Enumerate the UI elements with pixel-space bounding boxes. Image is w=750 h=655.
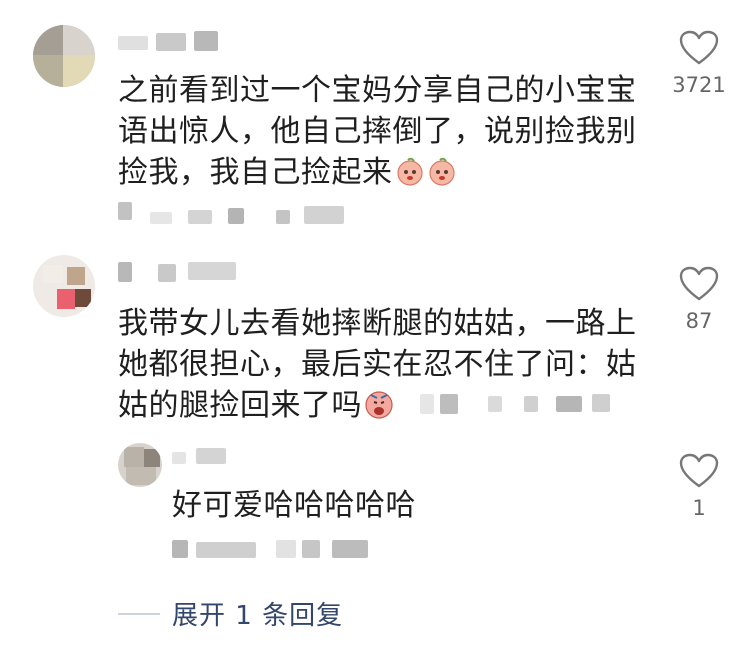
like-count: 3721 xyxy=(672,73,726,97)
like-button[interactable]: 87 xyxy=(670,266,728,333)
comment-text: 之前看到过一个宝妈分享自己的小宝宝 语出惊人，他自己摔倒了，说别捡我别 捡我，我… xyxy=(118,73,637,190)
peach-face-emoji xyxy=(396,157,423,186)
avatar[interactable] xyxy=(33,25,95,87)
expand-replies-button[interactable]: 展开 1 条回复 xyxy=(118,595,343,632)
heart-outline-icon xyxy=(679,266,719,301)
avatar[interactable] xyxy=(33,255,95,317)
heart-outline-icon xyxy=(679,453,719,488)
divider-line xyxy=(118,612,160,615)
heart-outline-icon xyxy=(679,30,719,65)
like-button[interactable]: 3721 xyxy=(670,30,728,97)
crying-face-emoji xyxy=(365,391,393,419)
like-count: 1 xyxy=(692,496,706,520)
peach-face-emoji xyxy=(428,157,455,186)
expand-replies-label: 展开 1 条回复 xyxy=(172,601,344,631)
avatar[interactable] xyxy=(118,443,162,487)
like-count: 87 xyxy=(685,309,713,333)
reply-text: 好可爱哈哈哈哈哈 xyxy=(172,488,416,523)
like-button[interactable]: 1 xyxy=(670,453,728,520)
